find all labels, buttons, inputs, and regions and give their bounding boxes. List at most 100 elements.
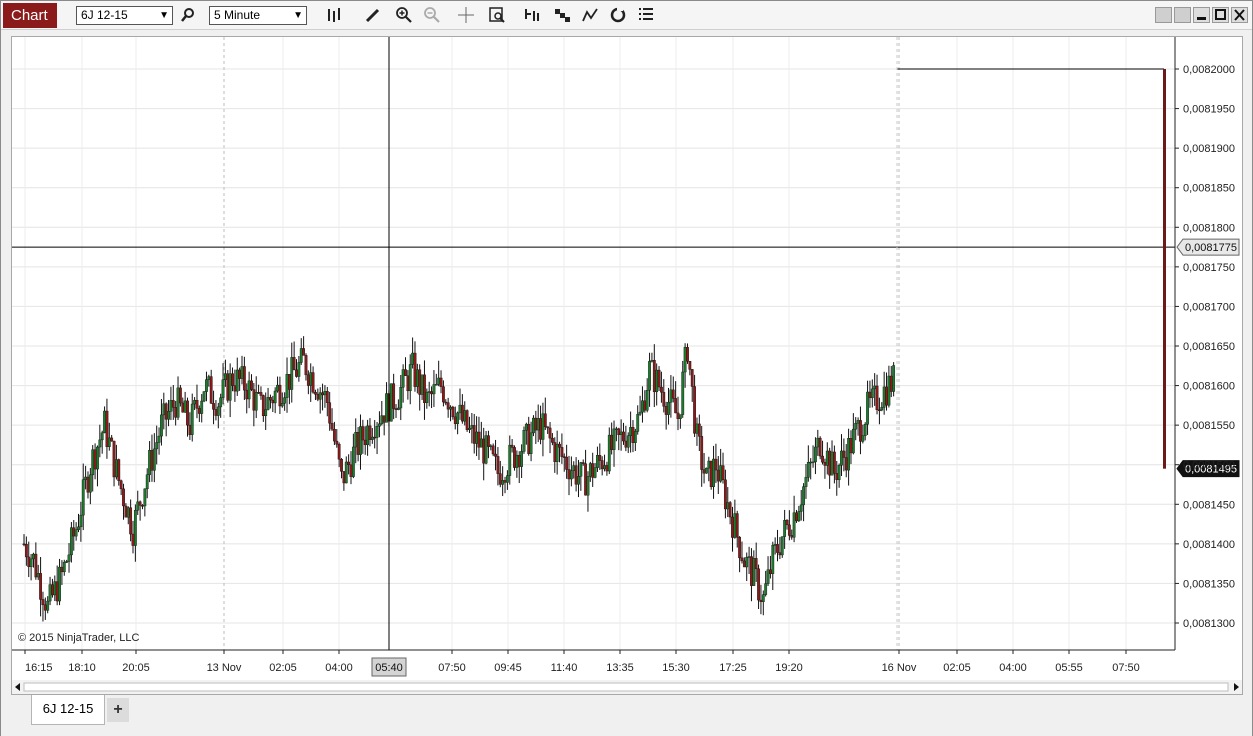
candle-body: [510, 444, 514, 448]
candle-body: [197, 408, 201, 414]
price-tick-label: 0,0081950: [1183, 104, 1235, 116]
bar-type-icon[interactable]: [324, 4, 346, 26]
search-icon[interactable]: [177, 4, 199, 26]
time-tick-label: 04:00: [325, 662, 353, 674]
restore-icon[interactable]: [1155, 7, 1172, 23]
strategies-icon[interactable]: [551, 4, 573, 26]
candle-body: [103, 410, 106, 434]
candle-body: [43, 604, 47, 611]
candle-body: [662, 391, 666, 407]
candle-body: [681, 371, 685, 415]
chart-panel[interactable]: 0,0081775 0,0081495 05:40 0,0082000 0,00819…: [11, 36, 1243, 695]
zoom-in-icon[interactable]: [393, 4, 415, 26]
candle-body: [579, 462, 583, 477]
candle-body: [432, 384, 436, 395]
candle-body: [316, 394, 320, 400]
candle-body: [420, 374, 424, 395]
restore-icon[interactable]: [1174, 7, 1191, 23]
candle-body: [304, 355, 308, 376]
candle-body: [593, 467, 597, 478]
candle-body: [69, 527, 73, 556]
candle-body: [475, 431, 478, 444]
candle-body: [306, 374, 310, 386]
candle-body: [652, 360, 656, 393]
candle-body: [591, 463, 595, 478]
time-tick-label: 20:05: [122, 662, 150, 674]
candle-body: [22, 543, 26, 546]
chart-grid: [12, 37, 1175, 650]
candle-body: [750, 556, 753, 586]
candle-body: [546, 426, 550, 429]
candle-body: [235, 369, 239, 392]
candle-body: [375, 426, 379, 438]
candle-body: [806, 462, 810, 478]
indicators-icon[interactable]: [521, 4, 543, 26]
candle-body: [501, 480, 505, 485]
price-chart[interactable]: 0,00817750,008149505:40 0,0082000 0,00819…: [12, 37, 1242, 694]
time-tick-label: 19:20: [775, 662, 803, 674]
minimize-icon[interactable]: [1193, 7, 1210, 23]
candle-body: [719, 465, 723, 482]
price-tick-label: 0,0081450: [1183, 499, 1235, 511]
candle-body: [477, 431, 481, 448]
candle-body: [849, 438, 853, 454]
candle-body: [169, 400, 173, 412]
candle-body: [328, 402, 332, 424]
candle-body: [91, 449, 95, 476]
candle-body: [36, 573, 40, 578]
maximize-icon[interactable]: [1212, 7, 1229, 23]
candle-body: [728, 502, 732, 518]
candle-body: [242, 366, 246, 391]
candle-body: [32, 553, 35, 560]
crosshair-icon[interactable]: [455, 4, 477, 26]
candle-body: [240, 366, 244, 379]
candle-body: [396, 407, 400, 410]
candle-body: [752, 558, 756, 586]
candle-body: [55, 581, 59, 602]
drawing-tools-icon[interactable]: [579, 4, 601, 26]
candle-body: [856, 420, 860, 424]
properties-icon[interactable]: [486, 4, 508, 26]
refresh-icon[interactable]: [607, 4, 629, 26]
candle-body: [404, 369, 407, 376]
candle-body: [67, 554, 71, 562]
candle-body: [572, 465, 576, 471]
candle-body: [382, 415, 386, 423]
pencil-icon[interactable]: [362, 4, 384, 26]
time-tick-label: 15:30: [662, 662, 690, 674]
chart-overlays: 0,00817750,008149505:40: [12, 37, 1242, 694]
candle-body: [344, 461, 348, 484]
candle-body: [643, 400, 647, 411]
candle-body: [671, 389, 675, 399]
candle-body: [389, 383, 393, 422]
candle-body: [333, 428, 336, 442]
candle-body: [814, 446, 817, 463]
time-tick-label: 13 Nov: [207, 662, 242, 674]
zoom-out-icon[interactable]: [421, 4, 443, 26]
candle-body: [437, 377, 441, 385]
close-icon[interactable]: [1231, 7, 1248, 23]
interval-selector[interactable]: 5 Minute ▼: [209, 6, 307, 25]
time-tick-label: 02:05: [943, 662, 971, 674]
candle-body: [423, 374, 426, 403]
instrument-selector[interactable]: 6J 12-15 ▼: [76, 6, 173, 25]
candle-body: [799, 504, 803, 512]
candle-body: [193, 399, 197, 405]
candle-body: [216, 406, 220, 416]
candle-body: [46, 600, 50, 611]
data-box-icon[interactable]: [635, 4, 657, 26]
interval-value: 5 Minute: [214, 8, 261, 22]
add-tab-button[interactable]: +: [107, 698, 129, 722]
candle-body: [655, 369, 659, 393]
time-tick-label: 13:35: [606, 662, 634, 674]
time-tick-label: 07:50: [438, 662, 466, 674]
time-tick-label: 04:00: [999, 662, 1027, 674]
candle-body: [427, 391, 431, 393]
candle-body: [638, 411, 642, 415]
candle-body: [378, 423, 381, 427]
candle-body: [866, 391, 869, 425]
tab-instrument[interactable]: 6J 12-15: [31, 695, 105, 725]
candle-body: [325, 391, 329, 403]
candle-body: [77, 526, 80, 530]
candle-body: [84, 476, 88, 480]
